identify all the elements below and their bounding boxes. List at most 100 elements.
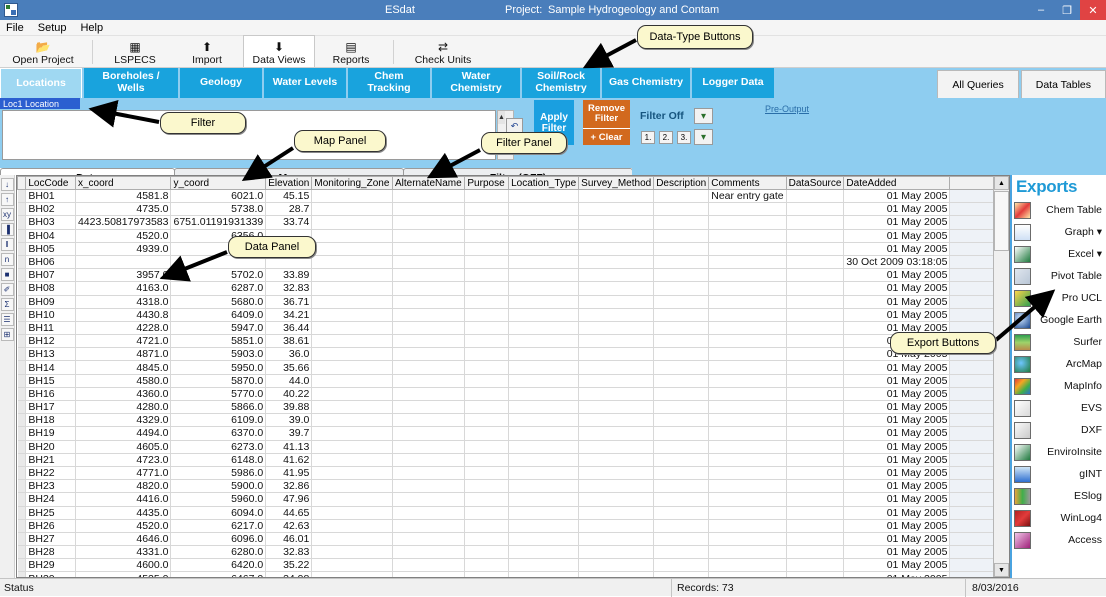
cell-description[interactable] [653, 229, 710, 243]
cell-dateadded[interactable]: 30 Oct 2009 03:18:05 [843, 255, 951, 270]
cell-monitoring_zone[interactable] [311, 268, 393, 283]
table-row[interactable]: BH21 4723.0 6148.0 41.62 01 May 2005 [17, 453, 1009, 467]
filter-number-button-2[interactable]: 2. [659, 131, 673, 144]
grid-column-header-purpose[interactable]: Purpose [464, 176, 510, 190]
row-selector-cell[interactable] [17, 413, 27, 428]
cell-elevation[interactable]: 44.65 [265, 506, 313, 520]
cell-elevation[interactable]: 32.86 [265, 479, 313, 494]
cell-comments[interactable] [708, 426, 787, 441]
cell-purpose[interactable] [464, 545, 510, 560]
cell-dateadded[interactable]: 01 May 2005 [843, 242, 951, 256]
cell-elevation[interactable]: 39.0 [265, 413, 313, 428]
cell-location_type[interactable] [508, 308, 580, 322]
cell-description[interactable] [653, 532, 710, 547]
cell-datasource[interactable] [786, 479, 845, 494]
xy-plot-icon[interactable]: xy [0, 208, 14, 221]
cell-datasource[interactable] [786, 519, 845, 533]
chevron-down-icon[interactable]: ▾ [1097, 226, 1102, 238]
cell-description[interactable] [653, 255, 710, 270]
cell-alternatename[interactable] [392, 189, 466, 204]
data-type-tab-boreholes-wells[interactable]: Boreholes / Wells [84, 68, 178, 98]
cell-y_coord[interactable]: 6370.0 [170, 426, 267, 441]
cell-loccode[interactable]: BH04 [25, 229, 76, 243]
cell-y_coord[interactable]: 5960.0 [170, 492, 267, 507]
cell-datasource[interactable] [786, 255, 845, 270]
cell-loccode[interactable]: BH25 [25, 506, 76, 520]
cell-elevation[interactable]: 38.61 [265, 334, 313, 349]
export-button-graph[interactable]: Graph ▾ [1012, 221, 1106, 243]
minimize-button[interactable]: – [1028, 0, 1054, 20]
table-row[interactable]: BH14 4845.0 5950.0 35.66 01 May 2005 [17, 360, 1009, 375]
data-type-tab-geology[interactable]: Geology [180, 68, 262, 98]
cell-alternatename[interactable] [392, 453, 466, 467]
cell-comments[interactable] [708, 558, 787, 573]
cell-purpose[interactable] [464, 558, 510, 573]
cell-x_coord[interactable]: 4228.0 [75, 321, 172, 336]
menu-item-file[interactable]: File [6, 22, 24, 34]
cell-x_coord[interactable]: 4771.0 [75, 466, 172, 481]
cell-dateadded[interactable]: 01 May 2005 [843, 545, 951, 560]
cell-location_type[interactable] [508, 387, 580, 402]
cell-x_coord[interactable]: 4939.0 [75, 242, 172, 256]
cell-monitoring_zone[interactable] [311, 281, 393, 296]
cell-location_type[interactable] [508, 360, 580, 375]
cell-location_type[interactable] [508, 255, 580, 270]
table-row[interactable]: BH08 4163.0 6287.0 32.83 01 May 2005 [17, 281, 1009, 296]
cell-y_coord[interactable]: 5702.0 [170, 268, 267, 283]
cell-datasource[interactable] [786, 308, 845, 322]
row-selector-cell[interactable] [17, 453, 27, 467]
grid-corner-header[interactable] [17, 176, 27, 190]
cell-dateadded[interactable]: 01 May 2005 [843, 215, 951, 230]
table-row[interactable]: BH29 4600.0 6420.0 35.22 01 May 2005 [17, 558, 1009, 573]
cell-elevation[interactable]: 35.22 [265, 558, 313, 573]
cell-description[interactable] [653, 545, 710, 560]
grid-column-header-y_coord[interactable]: y_coord [170, 176, 267, 190]
data-grid-panel[interactable]: LocCode x_coord y_coord Elevation Monitoring… [16, 175, 1010, 578]
cell-loccode[interactable]: BH20 [25, 440, 76, 454]
cell-loccode[interactable]: BH22 [25, 466, 76, 481]
cell-elevation[interactable]: 35.66 [265, 360, 313, 375]
row-selector-cell[interactable] [17, 215, 27, 230]
cell-description[interactable] [653, 374, 710, 388]
cell-datasource[interactable] [786, 321, 845, 336]
cell-loccode[interactable]: BH14 [25, 360, 76, 375]
cell-loccode[interactable]: BH09 [25, 295, 76, 309]
cell-purpose[interactable] [464, 334, 510, 349]
cell-datasource[interactable] [786, 558, 845, 573]
scroll-down-arrow-icon[interactable]: ▼ [994, 563, 1009, 577]
cell-datasource[interactable] [786, 242, 845, 256]
cell-comments[interactable] [708, 229, 787, 243]
row-selector-cell[interactable] [17, 268, 27, 283]
cell-dateadded[interactable]: 01 May 2005 [843, 506, 951, 520]
edit-pencil-icon[interactable]: ✐ [0, 283, 14, 296]
cell-y_coord[interactable]: 5738.0 [170, 202, 267, 217]
cell-loccode[interactable]: BH21 [25, 453, 76, 467]
grid-column-header-monitoring_zone[interactable]: Monitoring_Zone [311, 176, 393, 190]
cell-elevation[interactable]: 39.7 [265, 426, 313, 441]
data-type-tab-water-chemistry[interactable]: Water Chemistry [432, 68, 520, 98]
cell-comments[interactable] [708, 347, 787, 362]
cell-monitoring_zone[interactable] [311, 492, 393, 507]
table-row[interactable]: BH28 4331.0 6280.0 32.83 01 May 2005 [17, 545, 1009, 560]
cell-y_coord[interactable]: 5950.0 [170, 360, 267, 375]
cell-survey_method[interactable] [578, 242, 655, 256]
table-row[interactable]: BH03 4423.50817973583 6751.01191931339 33.7… [17, 215, 1009, 230]
cell-comments[interactable] [708, 545, 787, 560]
cell-monitoring_zone[interactable] [311, 321, 393, 336]
cell-y_coord[interactable]: 6021.0 [170, 189, 267, 204]
cell-elevation[interactable]: 44.0 [265, 374, 313, 388]
cell-alternatename[interactable] [392, 413, 466, 428]
cell-location_type[interactable] [508, 506, 580, 520]
cell-comments[interactable] [708, 308, 787, 322]
toolbar-item-check-units[interactable]: ⇄ Check Units [400, 35, 486, 67]
scroll-thumb[interactable] [994, 191, 1009, 251]
cell-survey_method[interactable] [578, 545, 655, 560]
cell-x_coord[interactable]: 4580.0 [75, 374, 172, 388]
cell-y_coord[interactable]: 6409.0 [170, 308, 267, 322]
cell-x_coord[interactable] [75, 255, 172, 270]
cell-x_coord[interactable]: 4735.0 [75, 202, 172, 217]
cell-dateadded[interactable]: 01 May 2005 [843, 268, 951, 283]
cell-x_coord[interactable]: 4520.0 [75, 519, 172, 533]
cell-description[interactable] [653, 466, 710, 481]
export-button-dxf[interactable]: DXF [1012, 419, 1106, 441]
